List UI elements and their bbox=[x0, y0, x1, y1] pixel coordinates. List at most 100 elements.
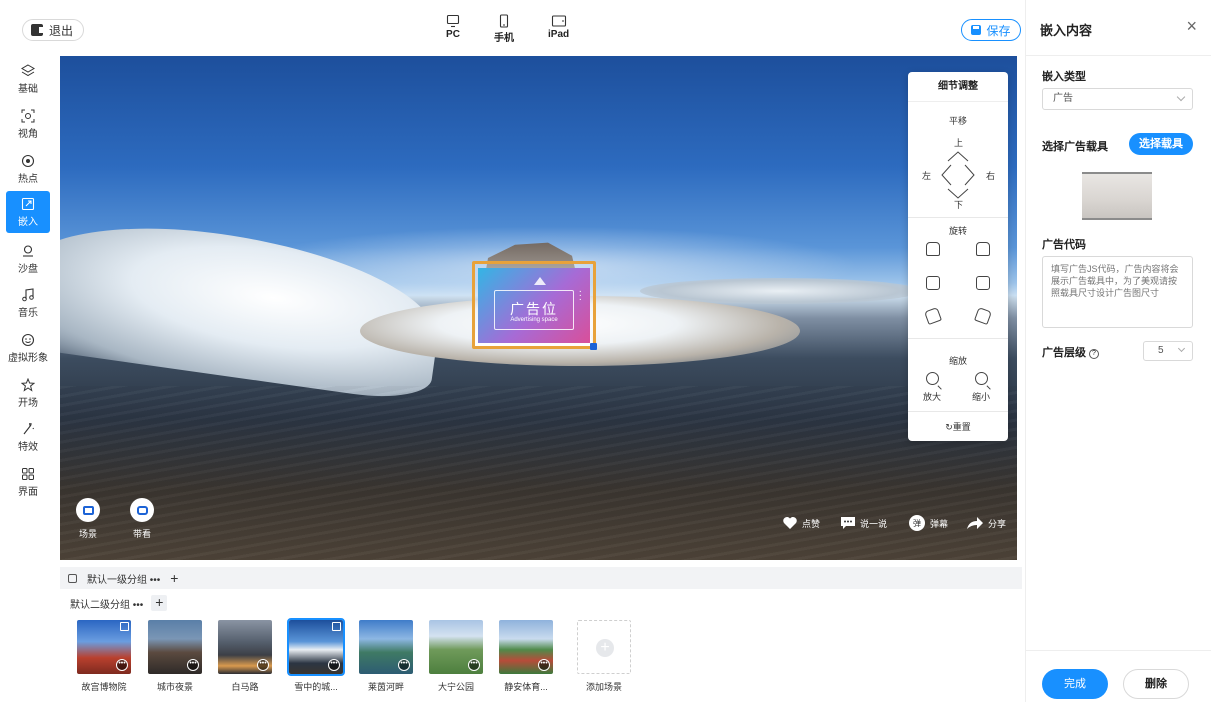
sidebar-item-label: 音乐 bbox=[18, 307, 38, 319]
share-button[interactable]: 分享 bbox=[966, 516, 1006, 530]
device-label: 手机 bbox=[494, 33, 514, 44]
sidebar-item-interface[interactable]: 界面 bbox=[6, 461, 50, 503]
tilt-left-icon[interactable] bbox=[924, 307, 942, 325]
sidebar-item-avatar[interactable]: 虚拟形象 bbox=[2, 327, 54, 369]
detail-adjust-panel: 细节调整 平移 上 左 右 下 旋转 缩放 放大 缩小 ↻重置 bbox=[908, 72, 1008, 441]
scene-name: 雪中的城... bbox=[294, 682, 338, 692]
more-icon[interactable]: ••• bbox=[538, 659, 550, 671]
svg-text:弹: 弹 bbox=[913, 518, 921, 528]
top-toolbar: 退出 PC 手机 iPad 保存 bbox=[0, 0, 1025, 56]
done-button[interactable]: 完成 bbox=[1042, 669, 1108, 699]
zoom-in-icon[interactable] bbox=[926, 372, 939, 385]
detail-panel-title: 细节调整 bbox=[908, 72, 1008, 102]
scene-button[interactable]: 场景 bbox=[76, 498, 100, 540]
grid-icon bbox=[22, 467, 34, 480]
sidebar-item-basic[interactable]: 基础 bbox=[6, 58, 50, 100]
close-icon[interactable]: × bbox=[1186, 16, 1197, 37]
tablet-icon bbox=[551, 15, 566, 27]
ad-placeholder[interactable]: 广告位 Advertising space · · · bbox=[472, 261, 597, 350]
corner-icon bbox=[332, 622, 341, 631]
star-icon bbox=[21, 377, 35, 392]
zoom-out-label[interactable]: 缩小 bbox=[972, 390, 990, 403]
like-button[interactable]: 点赞 bbox=[782, 516, 820, 530]
secondary-group-bar: 默认二级分组 ••• + bbox=[70, 595, 168, 611]
scene-thumbnail[interactable]: ••• 静安体育... bbox=[499, 620, 553, 694]
device-switcher: PC 手机 iPad bbox=[446, 14, 569, 44]
ad-more-icon[interactable]: · · · bbox=[579, 287, 582, 305]
scene-thumbnail[interactable]: ••• 大宁公园 bbox=[429, 620, 483, 694]
add-primary-group-button[interactable]: + bbox=[170, 570, 178, 586]
comment-button[interactable]: 说一说 bbox=[840, 516, 887, 530]
scene-thumbnail[interactable]: ••• 故宫博物院 bbox=[77, 620, 131, 694]
scene-thumbnail[interactable]: ••• 莱茵河畔 bbox=[359, 620, 413, 694]
scene-name: 静安体育... bbox=[504, 682, 548, 692]
save-button[interactable]: 保存 bbox=[961, 19, 1021, 41]
guide-button-label: 带看 bbox=[132, 529, 151, 539]
sidebar-item-effects[interactable]: 特效 bbox=[6, 416, 50, 458]
rotate-label: 旋转 bbox=[948, 226, 967, 236]
divider bbox=[908, 217, 1008, 218]
embed-icon bbox=[21, 197, 35, 210]
like-label: 点赞 bbox=[802, 518, 821, 529]
sidebar-item-opening[interactable]: 开场 bbox=[6, 372, 50, 414]
corner-icon bbox=[120, 622, 129, 631]
sidebar-item-label: 特效 bbox=[18, 441, 38, 453]
more-icon[interactable]: ••• bbox=[257, 659, 269, 671]
share-label: 分享 bbox=[988, 518, 1007, 529]
sidebar-item-hotspot[interactable]: 热点 bbox=[6, 148, 50, 190]
exit-button[interactable]: 退出 bbox=[22, 19, 85, 41]
rotate-cw-icon[interactable] bbox=[976, 276, 990, 290]
more-icon[interactable]: ••• bbox=[398, 659, 410, 671]
secondary-group-tab[interactable]: 默认二级分组 ••• bbox=[70, 596, 143, 611]
resize-handle-icon[interactable] bbox=[590, 343, 597, 350]
add-scene-button[interactable]: + bbox=[577, 620, 631, 674]
sidebar-item-sandbox[interactable]: 沙盘 bbox=[6, 238, 50, 280]
delete-button[interactable]: 删除 bbox=[1123, 669, 1189, 699]
panorama-viewer[interactable]: 广告位 Advertising space · · · 细节调整 平移 上 左 右 … bbox=[60, 56, 1017, 560]
more-icon[interactable]: ••• bbox=[187, 659, 199, 671]
scene-image: ••• bbox=[77, 620, 131, 674]
zoom-in-label[interactable]: 放大 bbox=[923, 390, 941, 403]
tilt-right-icon[interactable] bbox=[974, 307, 992, 325]
scene-thumbnail[interactable]: ••• 白马路 bbox=[218, 620, 272, 694]
scene-thumbnail[interactable]: ••• 雪中的城... bbox=[287, 618, 345, 694]
phone-icon bbox=[499, 14, 509, 28]
device-ipad[interactable]: iPad bbox=[548, 14, 569, 44]
left-sidebar: 基础 视角 热点 嵌入 沙盘 音乐 虚拟形象 开场 特效 界面 bbox=[0, 56, 57, 702]
pan-label: 平移 bbox=[948, 116, 967, 126]
pan-arrows-icon[interactable] bbox=[937, 147, 979, 203]
more-icon[interactable]: ••• bbox=[468, 659, 480, 671]
ad-code-input[interactable] bbox=[1042, 256, 1193, 328]
sidebar-item-music[interactable]: 音乐 bbox=[6, 282, 50, 324]
scene-image: ••• bbox=[218, 620, 272, 674]
exit-label: 退出 bbox=[49, 23, 74, 38]
sidebar-item-embed[interactable]: 嵌入 bbox=[6, 191, 50, 233]
sidebar-item-label: 虚拟形象 bbox=[8, 352, 48, 364]
guide-button[interactable]: 带看 bbox=[130, 498, 154, 540]
more-icon[interactable]: ••• bbox=[116, 659, 128, 671]
primary-group-tab[interactable]: 默认一级分组 ••• bbox=[87, 571, 160, 586]
pan-right-label[interactable]: 右 bbox=[986, 169, 995, 182]
help-icon[interactable]: ? bbox=[1089, 349, 1099, 359]
more-icon[interactable]: ••• bbox=[328, 659, 340, 671]
pan-left-label[interactable]: 左 bbox=[922, 169, 931, 182]
embed-type-select[interactable]: 广告 bbox=[1042, 88, 1193, 110]
reset-button[interactable]: ↻重置 bbox=[908, 411, 1008, 441]
group-icon bbox=[68, 573, 77, 583]
rotate-right-icon[interactable] bbox=[976, 242, 990, 256]
device-phone[interactable]: 手机 bbox=[494, 14, 514, 44]
target-icon bbox=[21, 154, 35, 167]
add-secondary-group-button[interactable]: + bbox=[151, 595, 168, 611]
scene-button-label: 场景 bbox=[78, 529, 97, 539]
sidebar-item-view[interactable]: 视角 bbox=[6, 103, 50, 145]
ad-hanger-icon bbox=[534, 277, 546, 285]
select-carrier-button[interactable]: 选择载具 bbox=[1129, 133, 1193, 155]
scene-thumbnail[interactable]: ••• 城市夜景 bbox=[148, 620, 202, 694]
rotate-left-icon[interactable] bbox=[926, 242, 940, 256]
zoom-out-icon[interactable] bbox=[975, 372, 988, 385]
device-pc[interactable]: PC bbox=[446, 14, 460, 44]
ad-level-select[interactable]: 5 bbox=[1143, 341, 1193, 361]
danmaku-button[interactable]: 弹 弹幕 bbox=[908, 514, 948, 532]
pan-down-label[interactable]: 下 bbox=[954, 198, 963, 211]
rotate-ccw-icon[interactable] bbox=[926, 276, 940, 290]
